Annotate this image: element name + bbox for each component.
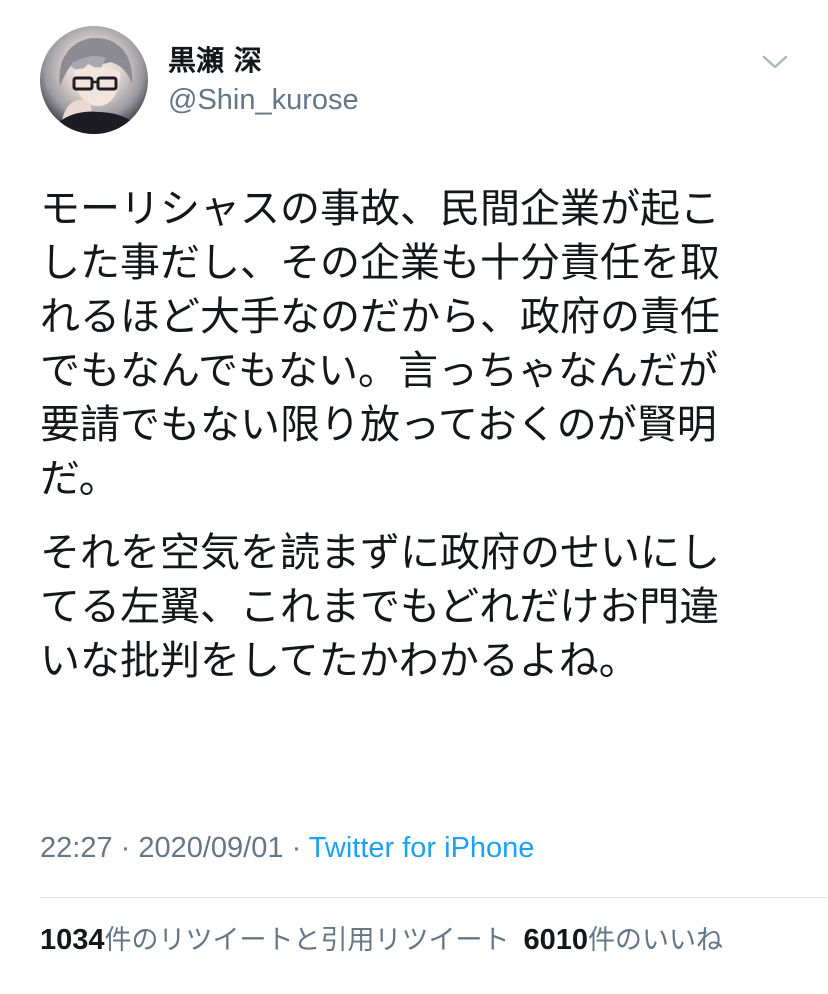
tweet-line: れるほど大手なのだから、政府の責任	[40, 294, 720, 340]
tweet-line: それを空気を読まずに政府のせいにし	[40, 530, 720, 576]
tweet-paragraph-1: モーリシャスの事故、民間企業が起こ した事だし、その企業も十分責任を取 れるほど…	[40, 182, 800, 506]
tweet-line: てる左翼、これまでもどれだけお門違	[40, 584, 720, 630]
chevron-down-icon	[762, 55, 788, 69]
display-name[interactable]: 黒瀬 深	[168, 44, 359, 78]
likes-stat[interactable]: 6010件のいいね	[523, 924, 724, 956]
author-names: 黒瀬 深 @Shin_kurose	[168, 44, 359, 118]
likes-count: 6010	[523, 924, 589, 956]
tweet-paragraph-2: それを空気を読まずに政府のせいにし てる左翼、これまでもどれだけお門違 いな批判…	[40, 526, 800, 688]
avatar-portrait-icon	[50, 38, 144, 134]
tweet-text: モーリシャスの事故、民間企業が起こ した事だし、その企業も十分責任を取 れるほど…	[40, 182, 800, 688]
tweet-source-link[interactable]: Twitter for iPhone	[309, 832, 535, 864]
tweet-line: した事だし、その企業も十分責任を取	[40, 240, 720, 286]
user-handle[interactable]: @Shin_kurose	[168, 82, 359, 118]
meta-separator: ·	[283, 832, 309, 864]
likes-label: 件のいいね	[588, 925, 724, 956]
retweets-stat[interactable]: 1034件のリツイートと引用リツイート	[40, 924, 510, 956]
tweet-line: いな批判をしてたかわかるよね。	[40, 638, 639, 684]
tweet-stats: 1034件のリツイートと引用リツイート 6010件のいいね	[40, 920, 723, 961]
tweet-line: でもなんでもない。言っちゃなんだが	[40, 348, 718, 394]
retweets-label: 件のリツイートと引用リツイート	[104, 925, 510, 956]
tweet-date[interactable]: 2020/09/01	[138, 832, 283, 864]
tweet-meta: 22:27 · 2020/09/01 · Twitter for iPhone	[40, 828, 534, 868]
tweet-line: モーリシャスの事故、民間企業が起こ	[40, 186, 720, 232]
tweet-line: だ。	[40, 456, 119, 502]
retweets-count: 1034	[40, 924, 105, 956]
divider	[40, 897, 828, 898]
meta-separator: ·	[112, 832, 139, 864]
avatar[interactable]	[40, 26, 148, 134]
tweet-menu-button[interactable]	[760, 52, 790, 72]
tweet-header: 黒瀬 深 @Shin_kurose	[40, 26, 800, 136]
tweet-time[interactable]: 22:27	[40, 832, 113, 864]
tweet-line: 要請でもない限り放っておくのが賢明	[40, 402, 717, 448]
